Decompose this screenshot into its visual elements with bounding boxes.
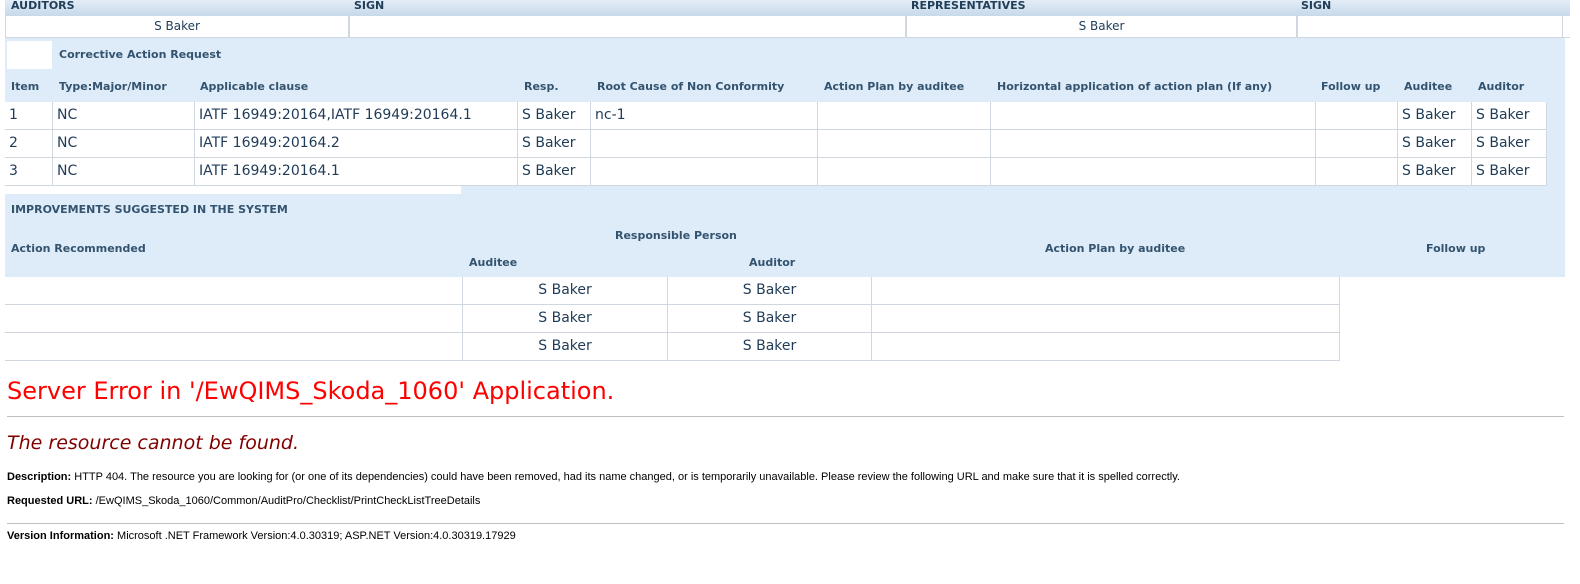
cell-auditor: S Baker [668, 305, 872, 332]
url-text: /EwQIMS_Skoda_1060/Common/AuditPro/Check… [95, 495, 481, 507]
col-item: Item [11, 80, 40, 93]
url-label: Requested URL: [7, 495, 93, 507]
col-follow-up: Follow up [1321, 80, 1381, 93]
col-horizontal: Horizontal application of action plan (I… [997, 80, 1273, 93]
error-version: Version Information: Microsoft .NET Fram… [7, 530, 1564, 542]
version-label: Version Information: [7, 530, 114, 542]
cell-resp: S Baker [518, 130, 591, 157]
cell-type: NC [53, 158, 195, 185]
cell-follow-up [1316, 158, 1398, 185]
col-resp: Resp. [524, 80, 559, 93]
sign-header-2: SIGN [1301, 0, 1332, 12]
error-subtitle: The resource cannot be found. [7, 432, 300, 454]
improvements-title: IMPROVEMENTS SUGGESTED IN THE SYSTEM [11, 203, 288, 216]
cell-horizontal [991, 158, 1316, 185]
cell-root-cause [591, 130, 818, 157]
table-row: 2 NC IATF 16949:20164.2 S Baker S Baker … [5, 130, 1547, 158]
header-responsible-person: Responsible Person [615, 229, 737, 242]
table-row: 1 NC IATF 16949:20164,IATF 16949:20164.1… [5, 102, 1547, 130]
error-description: Description: HTTP 404. The resource you … [7, 471, 1564, 483]
error-url: Requested URL: /EwQIMS_Skoda_1060/Common… [7, 495, 1564, 507]
cell-action-recommended [5, 305, 463, 332]
cell-clause: IATF 16949:20164.2 [195, 130, 518, 157]
version-text: Microsoft .NET Framework Version:4.0.303… [117, 530, 516, 542]
signature-header: AUDITORS SIGN REPRESENTATIVES SIGN [5, 0, 1570, 16]
cell-horizontal [991, 130, 1316, 157]
cell-resp: S Baker [518, 102, 591, 129]
table-row: 3 NC IATF 16949:20164.1 S Baker S Baker … [5, 158, 1547, 186]
car-checkbox-area [7, 41, 52, 69]
table-row: S Baker S Baker [5, 305, 1340, 333]
cell-action-recommended [5, 277, 463, 304]
car-table-body: 1 NC IATF 16949:20164,IATF 16949:20164.1… [5, 102, 1547, 186]
col-root-cause: Root Cause of Non Conformity [597, 80, 785, 93]
header-auditee: Auditee [469, 256, 518, 269]
description-text: HTTP 404. The resource you are looking f… [74, 471, 1180, 483]
cell-root-cause: nc-1 [591, 102, 818, 129]
improvements-table-body: S Baker S Baker S Baker S Baker S Baker … [5, 277, 1340, 361]
improvements-section: IMPROVEMENTS SUGGESTED IN THE SYSTEM Act… [5, 196, 1565, 361]
signature-values: S Baker S Baker [5, 16, 1570, 38]
cell-auditor: S Baker [1472, 130, 1547, 157]
cell-action-plan [872, 305, 1340, 332]
cell-auditee: S Baker [463, 333, 668, 360]
server-error: Server Error in '/EwQIMS_Skoda_1060' App… [7, 374, 1564, 542]
cell-follow-up [1316, 102, 1398, 129]
col-auditor: Auditor [1478, 80, 1525, 93]
header-follow-up: Follow up [1426, 242, 1486, 255]
cell-root-cause [591, 158, 818, 185]
representatives-header: REPRESENTATIVES [911, 0, 1026, 12]
cell-action-plan [818, 130, 991, 157]
table-row: S Baker S Baker [5, 277, 1340, 305]
cell-action-plan [818, 158, 991, 185]
cell-item: 1 [5, 102, 53, 129]
cell-clause: IATF 16949:20164,IATF 16949:20164.1 [195, 102, 518, 129]
representative-sign [1297, 16, 1563, 37]
cell-auditor: S Baker [668, 277, 872, 304]
cell-auditor: S Baker [668, 333, 872, 360]
col-action-plan: Action Plan by auditee [824, 80, 965, 93]
cell-type: NC [53, 130, 195, 157]
cell-auditor: S Baker [1472, 102, 1547, 129]
cell-auditee: S Baker [463, 305, 668, 332]
cell-action-plan [872, 333, 1340, 360]
col-type: Type:Major/Minor [59, 80, 167, 93]
cell-item: 2 [5, 130, 53, 157]
col-auditee: Auditee [1404, 80, 1453, 93]
cell-action-recommended [5, 333, 463, 360]
cell-resp: S Baker [518, 158, 591, 185]
cell-auditee: S Baker [463, 277, 668, 304]
cell-auditee: S Baker [1398, 130, 1472, 157]
corrective-action-section: Corrective Action Request Item Type:Majo… [5, 38, 1565, 196]
car-title: Corrective Action Request [59, 48, 222, 61]
error-title: Server Error in '/EwQIMS_Skoda_1060' App… [7, 377, 615, 405]
representative-name: S Baker [906, 16, 1297, 37]
cell-auditee: S Baker [1398, 158, 1472, 185]
cell-follow-up [1316, 130, 1398, 157]
cell-horizontal [991, 102, 1316, 129]
table-row: S Baker S Baker [5, 333, 1340, 361]
car-footer-strip [5, 186, 461, 194]
cell-clause: IATF 16949:20164.1 [195, 158, 518, 185]
auditor-name: S Baker [5, 16, 349, 37]
auditor-sign [349, 16, 906, 37]
follow-up-cell [1340, 277, 1565, 360]
signature-section: AUDITORS SIGN REPRESENTATIVES SIGN S Bak… [5, 0, 1570, 38]
header-auditor: Auditor [749, 256, 796, 269]
description-label: Description: [7, 471, 72, 483]
cell-auditor: S Baker [1472, 158, 1547, 185]
sign-header-1: SIGN [354, 0, 385, 12]
auditors-header: AUDITORS [11, 0, 75, 12]
divider [7, 416, 1564, 417]
cell-action-plan [872, 277, 1340, 304]
col-clause: Applicable clause [200, 80, 309, 93]
cell-auditee: S Baker [1398, 102, 1472, 129]
divider [7, 523, 1564, 524]
cell-item: 3 [5, 158, 53, 185]
header-action-recommended: Action Recommended [11, 242, 146, 255]
cell-action-plan [818, 102, 991, 129]
header-action-plan: Action Plan by auditee [1045, 242, 1186, 255]
cell-type: NC [53, 102, 195, 129]
